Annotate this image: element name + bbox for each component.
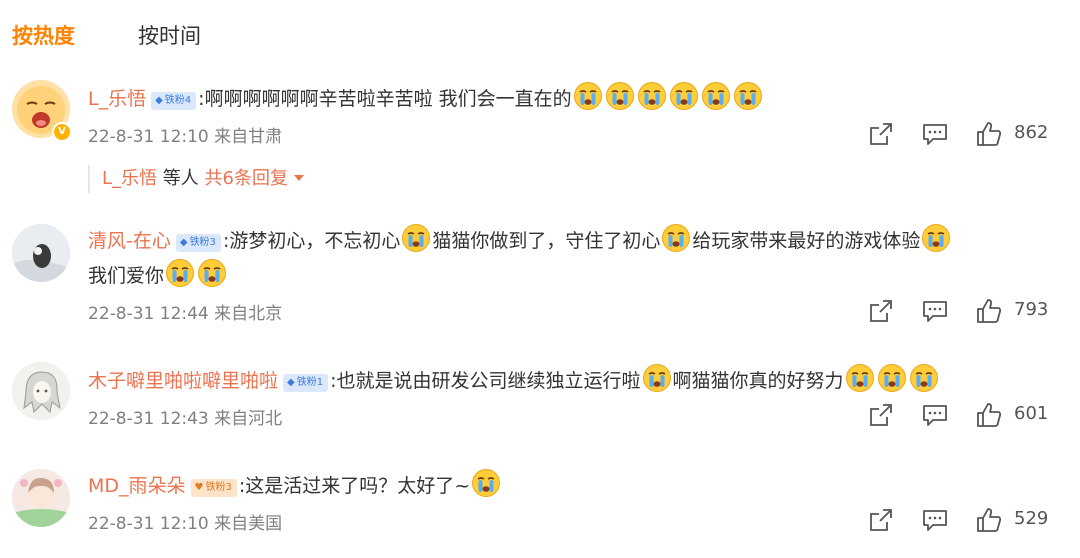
avatar[interactable] <box>12 362 70 420</box>
fan-badge: ◆ 铁粉4 <box>151 92 197 110</box>
crying-face-emoji <box>471 468 501 498</box>
comment-username[interactable]: L_乐悟 <box>88 88 146 110</box>
share-icon[interactable] <box>868 121 894 147</box>
like-count: 601 <box>1014 403 1049 424</box>
tab-by-popularity[interactable]: 按热度 <box>12 20 75 50</box>
fan-badge-label: 铁粉3 <box>189 237 216 248</box>
crying-face-emoji <box>909 363 939 393</box>
like-count: 862 <box>1014 122 1049 143</box>
crying-face-emoji <box>661 223 691 253</box>
comment-actions: 793 <box>866 298 1066 324</box>
replies-summary: L_乐悟 等人 共6条回复 <box>88 165 304 193</box>
share-icon[interactable] <box>868 402 894 428</box>
comment-meta: 22-8-31 12:43 来自河北 <box>88 409 283 429</box>
crying-face-emoji <box>733 81 763 111</box>
diamond-icon: ◆ <box>155 95 163 106</box>
caret-down-icon <box>293 175 304 181</box>
crying-face-emoji <box>642 363 672 393</box>
comment-actions: 601 <box>866 402 1066 428</box>
crying-face-emoji <box>845 363 875 393</box>
reply-count-label: 共6条回复 <box>204 168 288 189</box>
comment-text: :啊啊啊啊啊啊辛苦啦辛苦啦 我们会一直在的 <box>198 88 572 110</box>
crying-face-emoji <box>669 81 699 111</box>
comment-meta: 22-8-31 12:44 来自北京 <box>88 304 283 324</box>
fan-badge-label: 铁粉4 <box>164 95 192 106</box>
fan-badge: ◆ 铁粉1 <box>283 374 329 392</box>
fan-badge: ◆ 铁粉3 <box>175 234 221 252</box>
thumbs-up-icon[interactable] <box>976 298 1002 324</box>
thumbs-up-icon[interactable] <box>976 507 1002 533</box>
share-icon[interactable] <box>868 507 894 533</box>
comment-actions: 862 <box>866 121 1066 147</box>
crying-face-emoji <box>401 223 431 253</box>
comment-username[interactable]: MD_雨朵朵 <box>88 475 186 497</box>
comment-text: 给玩家带来最好的游戏体验 <box>692 230 921 252</box>
avatar[interactable] <box>12 224 70 282</box>
avatar[interactable] <box>12 469 70 527</box>
comment-username[interactable]: 清风-在心 <box>88 230 171 252</box>
like-count: 529 <box>1014 508 1049 529</box>
comment-username[interactable]: 木子噼里啪啦噼里啪啦 <box>88 370 278 392</box>
comment-text: 猫猫你做到了，守住了初心 <box>432 230 661 252</box>
thumbs-up-icon[interactable] <box>976 402 1002 428</box>
comment-meta: 22-8-31 12:10 来自甘肃 <box>88 127 283 147</box>
comment-actions: 529 <box>866 507 1066 533</box>
crying-face-emoji <box>637 81 667 111</box>
diamond-icon: ◆ <box>179 237 188 248</box>
crying-face-emoji <box>197 258 227 288</box>
comment-meta: 22-8-31 12:10 来自美国 <box>88 514 283 534</box>
crying-face-emoji <box>165 258 195 288</box>
reply-username[interactable]: L_乐悟 <box>102 168 157 189</box>
diamond-icon: ◆ <box>287 377 295 388</box>
comment-text: 啊猫猫你真的好努力 <box>672 370 844 392</box>
comment-icon[interactable] <box>922 298 948 324</box>
comment-icon[interactable] <box>922 402 948 428</box>
crying-face-emoji <box>701 81 731 111</box>
reply-middle-text: 等人 <box>162 168 199 189</box>
crying-face-emoji <box>605 81 635 111</box>
verified-badge-icon: V <box>52 122 72 142</box>
comment-icon[interactable] <box>922 121 948 147</box>
fan-badge-label: 铁粉3 <box>205 482 232 493</box>
tab-by-time[interactable]: 按时间 <box>138 20 201 50</box>
share-icon[interactable] <box>868 298 894 324</box>
like-count: 793 <box>1014 299 1049 320</box>
fan-badge-label: 铁粉1 <box>296 377 324 388</box>
comment-icon[interactable] <box>922 507 948 533</box>
thumbs-up-icon[interactable] <box>976 121 1002 147</box>
fan-badge: ♥ 铁粉3 <box>190 479 237 497</box>
expand-replies-link[interactable]: 共6条回复 <box>205 168 304 189</box>
heart-icon: ♥ <box>194 482 204 493</box>
comment-text: :游梦初心，不忘初心 <box>222 230 401 252</box>
comment-text: 我们爱你 <box>88 265 165 287</box>
crying-face-emoji <box>573 81 603 111</box>
comment-text: :这是活过来了吗？太好了~ <box>238 475 471 497</box>
crying-face-emoji <box>921 223 951 253</box>
comment-text: :也就是说由研发公司继续独立运行啦 <box>330 370 641 392</box>
crying-face-emoji <box>877 363 907 393</box>
